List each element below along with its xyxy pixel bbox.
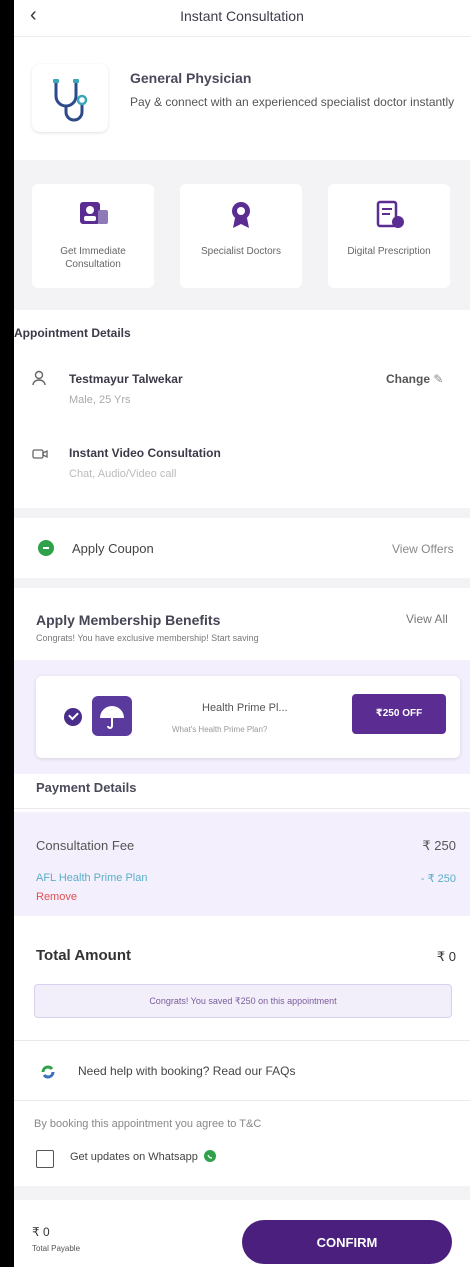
top-bar: ‹ Instant Consultation <box>14 0 470 37</box>
whatsapp-label-text: Get updates on Whatsapp <box>70 1151 198 1163</box>
total-label: Total Amount <box>36 947 131 964</box>
stethoscope-icon <box>32 64 108 132</box>
consultation-type: Instant Video Consultation <box>69 446 221 460</box>
specialty-description: Pay & connect with an experienced specia… <box>130 95 455 109</box>
change-patient-button[interactable]: Change ✎ <box>386 372 443 386</box>
video-camera-icon <box>32 449 48 459</box>
plan-name: Health Prime Pl... <box>202 702 288 714</box>
feature-specialist-doctors: Specialist Doctors <box>180 184 302 288</box>
remove-plan-button[interactable]: Remove <box>36 891 77 903</box>
instant-consultation-screen: ‹ Instant Consultation General Physician… <box>14 0 470 1267</box>
patient-info: Male, 25 Yrs <box>69 394 131 406</box>
terms-text: By booking this appointment you agree to… <box>34 1118 262 1130</box>
discount-badge: ₹250 OFF <box>352 694 446 734</box>
badge-icon <box>232 202 250 228</box>
spacer <box>14 1186 470 1200</box>
umbrella-icon <box>92 696 132 736</box>
payable-amount: ₹ 0 <box>32 1225 50 1239</box>
appointment-heading: Appointment Details <box>14 326 131 340</box>
refresh-help-icon <box>41 1065 55 1079</box>
feature-label: Digital Prescription <box>347 246 431 257</box>
consultation-modes: Chat, Audio/Video call <box>69 468 177 480</box>
edit-icon: ✎ <box>433 372 444 386</box>
change-label: Change <box>386 372 431 386</box>
feature-immediate-consultation: Get Immediate Consultation <box>32 184 154 288</box>
membership-title: Apply Membership Benefits <box>36 612 221 628</box>
apply-coupon-button[interactable]: Apply Coupon <box>72 541 154 556</box>
whatsapp-icon <box>203 1150 216 1162</box>
spacer <box>14 578 470 588</box>
fee-label: Consultation Fee <box>36 838 135 853</box>
divider <box>14 808 470 809</box>
confirm-button[interactable]: CONFIRM <box>242 1220 452 1264</box>
plan-info-link[interactable]: What's Health Prime Plan? <box>172 725 267 734</box>
check-icon[interactable] <box>64 708 82 726</box>
payment-heading: Payment Details <box>36 780 137 795</box>
faq-link[interactable]: Need help with booking? Read our FAQs <box>78 1064 295 1078</box>
membership-plan-card[interactable]: Health Prime Pl... What's Health Prime P… <box>36 676 460 758</box>
prescription-icon <box>376 200 404 228</box>
payable-label: Total Payable <box>32 1244 81 1253</box>
view-all-link[interactable]: View All <box>406 612 448 626</box>
feature-label: Specialist Doctors <box>200 246 282 257</box>
spacer <box>14 508 470 518</box>
patient-name: Testmayur Talwekar <box>69 372 183 386</box>
divider <box>14 1040 470 1041</box>
divider <box>14 1100 470 1101</box>
plan-discount-value: - ₹ 250 <box>420 873 456 885</box>
coupon-icon <box>38 540 54 556</box>
fee-value: ₹ 250 <box>422 838 456 853</box>
feature-digital-prescription: Digital Prescription <box>328 184 450 288</box>
whatsapp-updates-label: Get updates on Whatsapp <box>70 1150 216 1163</box>
features-section: Get Immediate Consultation Specialist Do… <box>14 160 470 310</box>
view-offers-link[interactable]: View Offers <box>392 542 454 556</box>
specialty-title: General Physician <box>130 70 252 86</box>
person-icon <box>32 370 46 386</box>
membership-note: Congrats! You have exclusive membership!… <box>36 633 259 643</box>
consultation-icon <box>80 202 108 224</box>
payment-breakdown <box>14 812 470 916</box>
page-title: Instant Consultation <box>180 8 304 24</box>
total-value: ₹ 0 <box>436 949 456 964</box>
savings-banner: Congrats! You saved ₹250 on this appoint… <box>34 984 452 1018</box>
feature-label: Get Immediate Consultation <box>60 246 126 270</box>
plan-discount-label: AFL Health Prime Plan <box>36 872 148 884</box>
whatsapp-updates-checkbox[interactable] <box>36 1150 54 1168</box>
